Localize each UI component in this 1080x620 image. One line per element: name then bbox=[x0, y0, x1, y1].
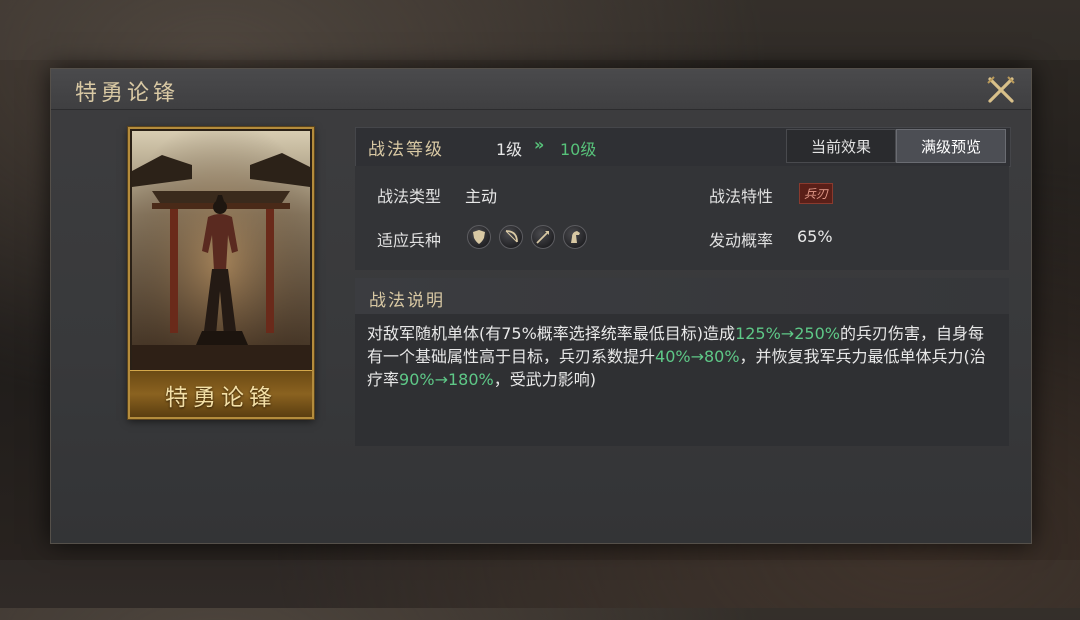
tab-max-level-preview[interactable]: 满级预览 bbox=[896, 129, 1006, 163]
card-name: 特勇论锋 bbox=[165, 385, 277, 411]
skill-trait-badge: 兵刃 bbox=[799, 183, 834, 204]
level-label: 战法等级 bbox=[368, 140, 444, 160]
trigger-chance-value: 65% bbox=[797, 227, 833, 246]
skill-card: 特勇论锋 bbox=[128, 127, 314, 419]
dialog-title: 特勇论锋 bbox=[75, 81, 180, 106]
warrior-portrait bbox=[132, 131, 310, 371]
desc-highlight: 40%→80% bbox=[655, 347, 740, 366]
description-header: 战法说明 bbox=[355, 278, 1009, 314]
bow-icon[interactable] bbox=[499, 225, 523, 249]
level-to: 10级 bbox=[560, 140, 597, 159]
skill-trait-label: 战法特性 bbox=[709, 187, 774, 206]
desc-highlight: 125%→250% bbox=[735, 324, 840, 343]
shield-icon[interactable] bbox=[467, 225, 491, 249]
tab-current-effect[interactable]: 当前效果 bbox=[786, 129, 896, 163]
description-title: 战法说明 bbox=[369, 291, 445, 311]
skill-type-label: 战法类型 bbox=[377, 187, 442, 206]
level-from: 1级 bbox=[496, 140, 523, 159]
double-chevron-right-icon: » bbox=[534, 135, 545, 154]
desc-segment: 对敌军随机单体(有75%概率选择统率最低目标)造成 bbox=[367, 324, 736, 343]
trigger-chance-label: 发动概率 bbox=[709, 231, 774, 250]
horse-icon[interactable] bbox=[563, 225, 587, 249]
close-button[interactable] bbox=[985, 74, 1017, 106]
card-name-plate: 特勇论锋 bbox=[130, 370, 312, 417]
troop-type-label: 适应兵种 bbox=[377, 231, 442, 250]
spear-icon[interactable] bbox=[531, 225, 555, 249]
level-bar: 战法等级 1级 » 10级 当前效果 满级预览 bbox=[355, 127, 1011, 167]
attributes-box: 战法类型 主动 战法特性 兵刃 适应兵种 发动概率 65% bbox=[355, 166, 1009, 270]
dialog-header: 特勇论锋 bbox=[51, 69, 1031, 110]
description-text: 对敌军随机单体(有75%概率选择统率最低目标)造成125%→250%的兵刃伤害，… bbox=[367, 322, 997, 391]
description-box: 战法说明 对敌军随机单体(有75%概率选择统率最低目标)造成125%→250%的… bbox=[355, 278, 1009, 446]
skill-detail-dialog: 特勇论锋 特勇论锋 战法等级 1级 » 10级 当前效果 满级预览 战法类型 主… bbox=[50, 68, 1032, 544]
close-x-icon bbox=[987, 76, 1015, 103]
desc-segment: ，受武力影响) bbox=[493, 370, 596, 389]
desc-highlight: 90%→180% bbox=[399, 370, 494, 389]
skill-type-value: 主动 bbox=[465, 187, 498, 206]
